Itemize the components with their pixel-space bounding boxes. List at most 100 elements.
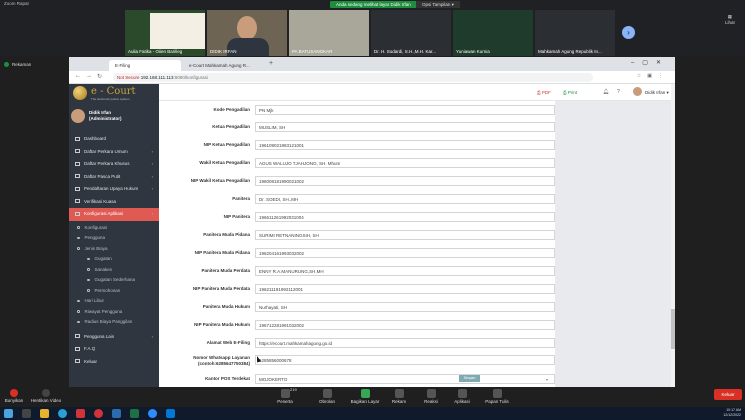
participant-name: Yuniawan Kurnia bbox=[456, 49, 490, 54]
word-icon[interactable] bbox=[112, 409, 121, 418]
opera-icon[interactable] bbox=[94, 409, 103, 418]
ecourt-logo[interactable]: e - Court The electronic justice system bbox=[73, 86, 159, 106]
nip-ketua-input[interactable]: 196109021983121001 bbox=[255, 140, 555, 150]
view-button[interactable]: ▦ Lihat bbox=[725, 14, 735, 25]
chat-button[interactable]: Obrolan bbox=[312, 389, 342, 404]
participant-tile[interactable]: Aulia Fatika - Oiien Barilleg bbox=[125, 10, 205, 56]
zoom-icon[interactable] bbox=[148, 409, 157, 418]
sidebar-item-pengguna-lain[interactable]: Pengguna Lain ‹ bbox=[69, 331, 159, 344]
forward-icon[interactable]: → bbox=[86, 73, 92, 79]
app-icon[interactable] bbox=[76, 409, 85, 418]
chevron-left-icon: ‹ bbox=[151, 333, 153, 339]
wakil-ketua-input[interactable]: AGUS WALUJO TJAHJONO, SH. Mhum bbox=[255, 158, 555, 168]
share-screen-button[interactable]: Bagikan Layar bbox=[350, 389, 380, 404]
reactions-button[interactable]: Reaksi bbox=[416, 389, 446, 404]
nip-panmud-perdata-input[interactable]: 196211191992112001 bbox=[255, 284, 555, 294]
nip-panmud-pidana-input[interactable]: 196204161993032002 bbox=[255, 248, 555, 258]
ketua-pengadilan-input[interactable]: MUSLIM, SH bbox=[255, 122, 555, 132]
submenu-label: Pengguna bbox=[84, 235, 106, 240]
tab-efiling[interactable]: E-Filing bbox=[109, 60, 181, 71]
sidebar-item-upaya-hukum[interactable]: Pendaftaran Upaya Hukum ‹ bbox=[69, 183, 159, 196]
panmud-pidana-input[interactable]: SURIMI RETNANINGSIH, SH bbox=[255, 230, 555, 240]
view-options-button[interactable]: Opsi Tampilan ▾ bbox=[416, 1, 460, 8]
nip-panitera-input[interactable]: 196611261992031004 bbox=[255, 212, 555, 222]
system-tray[interactable]: 10:17 AM 12/12/2022 bbox=[723, 408, 741, 418]
sidebar-item-faq[interactable]: F.A.Q bbox=[69, 343, 159, 356]
next-participants-icon[interactable]: › bbox=[622, 26, 635, 39]
sidebar-item-pasca-putus[interactable]: Daftar Pasca Putit ‹ bbox=[69, 171, 159, 184]
submenu-pengguna[interactable]: Pengguna bbox=[69, 233, 159, 244]
participants-count-badge: 219 bbox=[290, 387, 297, 392]
chrome-icon[interactable] bbox=[58, 409, 67, 418]
submenu-permohonan[interactable]: Permohonan bbox=[69, 286, 159, 297]
submenu-sanakes[interactable]: Sanakes bbox=[69, 265, 159, 276]
list-icon bbox=[75, 149, 80, 154]
panitera-input[interactable]: Dr. SOEDI, SH.,MH bbox=[255, 194, 555, 204]
search-icon[interactable] bbox=[22, 409, 31, 418]
chat-icon bbox=[322, 389, 332, 398]
apps-button[interactable]: Aplikasi bbox=[447, 389, 477, 404]
submenu-jenis-biaya[interactable]: Jenis Biaya bbox=[69, 244, 159, 255]
file-explorer-icon[interactable] bbox=[40, 409, 49, 418]
sidebar-item-keluar[interactable]: Keluar bbox=[69, 356, 159, 369]
scrollbar-thumb[interactable] bbox=[671, 309, 675, 349]
alamat-web-input[interactable]: https://ecourt.mahkamahagung.go.id bbox=[255, 338, 555, 348]
clock-time: 10:17 AM bbox=[726, 408, 741, 412]
field-label: Panitera Muda Hukum bbox=[202, 304, 250, 309]
whiteboard-button[interactable]: Papan Tulis bbox=[482, 389, 512, 404]
sidebar: e - Court The electronic justice system … bbox=[69, 84, 159, 387]
window-controls[interactable]: –▢✕ bbox=[631, 59, 669, 66]
record-button[interactable]: Rekam bbox=[384, 389, 414, 404]
submenu-gugatan[interactable]: Gugatan bbox=[69, 254, 159, 265]
record-icon bbox=[394, 389, 404, 398]
nip-panmud-hukum-input[interactable]: 196712281991032002 bbox=[255, 320, 555, 330]
tab-ecourt[interactable]: e-Court Mahkamah Agung R... bbox=[183, 60, 263, 71]
circle-icon bbox=[87, 268, 90, 271]
reload-icon[interactable]: ↻ bbox=[97, 73, 102, 80]
stop-video-button[interactable]: Hentikan Video bbox=[30, 389, 62, 403]
user-avatar[interactable] bbox=[633, 87, 642, 96]
sidebar-item-dashboard[interactable]: Dashboard bbox=[69, 133, 159, 146]
help-icon[interactable]: ? bbox=[617, 89, 620, 95]
browser-toolbar-icons[interactable]: ☆▣⋮ bbox=[637, 73, 669, 79]
sidebar-item-verifikasi-kuasa[interactable]: Verifikasi Kuasa bbox=[69, 196, 159, 209]
panmud-perdata-input[interactable]: ENNY R.A.MANURUNG,SH.MH bbox=[255, 266, 555, 276]
windows-start-icon[interactable] bbox=[4, 409, 13, 418]
field-label: NIP Wakil Ketua Pengadilan bbox=[190, 178, 250, 183]
submenu-gugatan-sederhana[interactable]: Gugatan Sederhana bbox=[69, 275, 159, 286]
submenu-riwayat-pengguna[interactable]: Riwayat Pengguna bbox=[69, 307, 159, 318]
recording-indicator: Rekaman bbox=[4, 62, 31, 68]
leave-meeting-button[interactable]: Keluar bbox=[714, 389, 742, 400]
participant-tile[interactable]: DIDIK IRFAN bbox=[207, 10, 287, 56]
share-screen-icon bbox=[360, 389, 370, 398]
submenu-radius-biaya[interactable]: Radius Biaya Panggilan bbox=[69, 317, 159, 328]
participant-tile[interactable]: PA BATUSANGKAR bbox=[289, 10, 369, 56]
print-button[interactable]: ⎙ Print bbox=[563, 90, 577, 95]
url-input[interactable]: Not Secure 192.168.111.113:8080/konfigur… bbox=[113, 73, 593, 82]
sidebar-item-konfigurasi-aplikasi[interactable]: Konfigurasi Aplikasi ‹ bbox=[69, 208, 159, 221]
edge-icon[interactable] bbox=[166, 409, 175, 418]
nip-wakil-ketua-input[interactable]: 196008181990021002 bbox=[255, 176, 555, 186]
participant-name: Dr. H. Sodardi, S.H.,M.H. Kar... bbox=[374, 49, 437, 54]
kantor-pos-select[interactable]: MOJOKERTO bbox=[255, 374, 555, 384]
kode-pengadilan-input[interactable]: PN Mjk bbox=[255, 105, 555, 115]
meeting-header: Zoom Rapat Anda sedang melihat layar Did… bbox=[0, 0, 745, 56]
new-tab-button[interactable]: + bbox=[269, 60, 273, 67]
pdf-button[interactable]: ⎙ PDF bbox=[537, 90, 551, 95]
sidebar-item-perkara-khusus[interactable]: Daftar Perkara Khusus ‹ bbox=[69, 158, 159, 171]
submenu-konfigurasi[interactable]: Konfigurasi bbox=[69, 223, 159, 234]
bell-icon[interactable]: 🔔︎ bbox=[603, 89, 609, 95]
save-button[interactable]: Simpan bbox=[459, 375, 480, 382]
panmud-hukum-input[interactable]: Nurhayati, SH bbox=[255, 302, 555, 312]
sidebar-item-perkara-umum[interactable]: Daftar Perkara Umum ‹ bbox=[69, 146, 159, 159]
user-menu[interactable]: Didik Irfan ▾ bbox=[645, 90, 669, 96]
participant-tile[interactable]: Yuniawan Kurnia bbox=[453, 10, 533, 56]
participant-tile[interactable]: Dr. H. Sodardi, S.H.,M.H. Kar... bbox=[371, 10, 451, 56]
back-icon[interactable]: ← bbox=[75, 73, 81, 79]
mute-button[interactable]: Bunyikan bbox=[2, 389, 26, 403]
submenu-hari-libur[interactable]: Hari Libur bbox=[69, 296, 159, 307]
excel-icon[interactable] bbox=[130, 409, 139, 418]
participant-tile[interactable]: Mahkamah Agung Republik In... bbox=[535, 10, 615, 56]
whatsapp-input[interactable]: 6285856000678 bbox=[255, 355, 555, 365]
avatar bbox=[71, 109, 85, 123]
